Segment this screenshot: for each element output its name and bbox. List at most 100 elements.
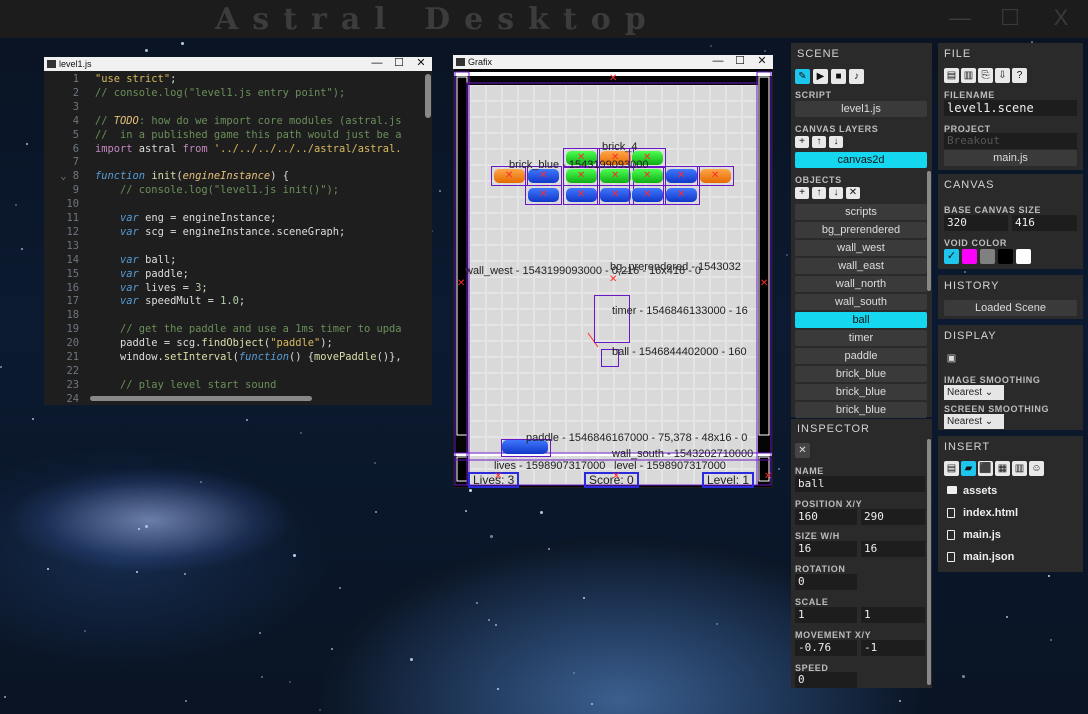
code-line[interactable]: 16 var lives = 3; [45, 282, 425, 295]
code-line[interactable]: 9 // console.log("level1.js init()"); [45, 184, 425, 197]
insert-item[interactable]: main.json [963, 551, 1014, 563]
code-line[interactable]: 21 window.setInterval(function() {movePa… [45, 351, 425, 364]
insert-grid-icon[interactable]: ▦ [995, 461, 1010, 476]
save-as-icon[interactable]: ⎘ [978, 68, 993, 83]
object-up-icon[interactable]: ↑ [812, 187, 826, 199]
objects-scrollbar[interactable] [927, 171, 931, 291]
code-line[interactable]: 2 // console.log("level1.js entry point")… [45, 87, 425, 100]
code-line[interactable]: 3 [45, 101, 425, 114]
window-close-button[interactable]: ✕ [751, 55, 773, 69]
color-swatch[interactable]: ✓ [944, 249, 959, 264]
position-x-field[interactable]: 160 [795, 509, 857, 525]
insert-item[interactable]: main.js [963, 529, 1001, 541]
position-y-field[interactable]: 290 [861, 509, 925, 525]
movement-y-field[interactable]: -1 [861, 640, 925, 656]
code-line[interactable]: 22 [45, 365, 425, 378]
code-line[interactable]: 17 var speedMult = 1.0; [45, 295, 425, 308]
name-field[interactable]: ball [795, 476, 925, 492]
object-item[interactable]: ball [795, 312, 927, 328]
code-horizontal-scrollbar[interactable] [90, 396, 312, 401]
code-line[interactable]: 5 // in a published game this path would … [45, 129, 425, 142]
close-inspector-icon[interactable]: ✕ [795, 443, 810, 458]
code-line[interactable]: 18 [45, 309, 425, 322]
code-line[interactable]: 12 var scg = engineInstance.sceneGraph; [45, 226, 425, 239]
code-line[interactable]: 4 // TODO: how do we import core modules … [45, 115, 425, 128]
object-item[interactable]: wall_south [795, 294, 927, 310]
add-layer-icon[interactable]: + [795, 136, 809, 148]
window-minimize-button[interactable]: — [366, 57, 388, 71]
code-editor[interactable]: 1 "use strict"; 2 // console.log("level1.js… [45, 71, 431, 404]
insert-folder-icon[interactable]: ▰ [961, 461, 976, 476]
project-field[interactable]: Breakout [944, 133, 1077, 149]
window-maximize-button[interactable]: ☐ [388, 57, 410, 71]
width-field[interactable]: 16 [795, 541, 857, 557]
edit-icon[interactable]: ✎ [795, 69, 810, 84]
object-item[interactable]: brick_blue [795, 366, 927, 382]
screenshot-icon[interactable]: ▣ [944, 351, 959, 366]
code-line[interactable]: 20 paddle = scg.findObject("paddle"); [45, 337, 425, 350]
inspector-scrollbar[interactable] [927, 439, 931, 685]
object-item[interactable]: timer [795, 330, 927, 346]
code-line[interactable]: 15 var paddle; [45, 268, 425, 281]
export-icon[interactable]: ⇩ [995, 68, 1010, 83]
code-line[interactable]: 13 [45, 240, 425, 253]
scale-y-field[interactable]: 1 [861, 607, 925, 623]
window-minimize-button[interactable]: — [707, 55, 729, 69]
insert-table-icon[interactable]: ▥ [1012, 461, 1027, 476]
screen-smoothing-select[interactable]: Nearest ⌄ [944, 414, 1004, 429]
close-button[interactable]: X [1049, 6, 1073, 30]
canvas-height-field[interactable]: 416 [1012, 215, 1077, 231]
code-line[interactable]: 14 var ball; [45, 254, 425, 267]
history-entry[interactable]: Loaded Scene [944, 300, 1077, 316]
code-line[interactable]: ⌄ 8 function init(engineInstance) { [45, 170, 425, 183]
color-swatch[interactable] [998, 249, 1013, 264]
object-down-icon[interactable]: ↓ [829, 187, 843, 199]
stop-icon[interactable]: ■ [831, 69, 846, 84]
code-editor-titlebar[interactable]: level1.js — ☐ ✕ [44, 57, 432, 71]
layer-item-canvas2d[interactable]: canvas2d [795, 152, 927, 168]
grafix-titlebar[interactable]: Grafix — ☐ ✕ [453, 55, 773, 69]
code-line[interactable]: 7 [45, 156, 425, 169]
movement-x-field[interactable]: -0.76 [795, 640, 857, 656]
save-icon[interactable]: ▥ [961, 68, 976, 83]
code-line[interactable]: 11 var eng = engineInstance; [45, 212, 425, 225]
code-line[interactable]: 1 "use strict"; [45, 73, 425, 86]
code-line[interactable]: 23 // play level start sound [45, 379, 425, 392]
insert-file-icon[interactable]: ▤ [944, 461, 959, 476]
object-item[interactable]: bg_prerendered [795, 222, 927, 238]
code-line[interactable]: 19 // get the paddle and use a 1ms timer… [45, 323, 425, 336]
color-swatch[interactable] [1016, 249, 1031, 264]
height-field[interactable]: 16 [861, 541, 925, 557]
object-item[interactable]: wall_north [795, 276, 927, 292]
canvas-width-field[interactable]: 320 [944, 215, 1008, 231]
speed-field[interactable]: 0 [795, 672, 857, 688]
object-item[interactable]: brick_blue [795, 402, 927, 418]
object-item[interactable]: paddle [795, 348, 927, 364]
insert-object-icon[interactable]: ⬛ [978, 461, 993, 476]
image-smoothing-select[interactable]: Nearest ⌄ [944, 385, 1004, 400]
filename-field[interactable]: level1.scene [944, 100, 1077, 116]
object-item[interactable]: wall_east [795, 258, 927, 274]
object-item[interactable]: wall_west [795, 240, 927, 256]
code-line[interactable]: 10 [45, 198, 425, 211]
new-file-icon[interactable]: ▤ [944, 68, 959, 83]
sound-icon[interactable]: ♪ [849, 69, 864, 84]
window-close-button[interactable]: ✕ [410, 57, 432, 71]
color-swatch[interactable] [962, 249, 977, 264]
insert-item[interactable]: assets [963, 485, 997, 497]
insert-item[interactable]: index.html [963, 507, 1018, 519]
layer-up-icon[interactable]: ↑ [812, 136, 826, 148]
window-maximize-button[interactable]: ☐ [729, 55, 751, 69]
object-item[interactable]: brick_blue [795, 384, 927, 400]
layer-down-icon[interactable]: ↓ [829, 136, 843, 148]
scale-x-field[interactable]: 1 [795, 607, 857, 623]
help-icon[interactable]: ? [1012, 68, 1027, 83]
code-line[interactable]: 6 import astral from '../../../../../astr… [45, 143, 425, 156]
add-object-icon[interactable]: + [795, 187, 809, 199]
insert-user-icon[interactable]: ☺ [1029, 461, 1044, 476]
rotation-field[interactable]: 0 [795, 574, 857, 590]
minimize-button[interactable]: — [948, 6, 972, 30]
play-icon[interactable]: ▶ [813, 69, 828, 84]
project-file-button[interactable]: main.js [944, 150, 1077, 166]
color-swatch[interactable] [980, 249, 995, 264]
